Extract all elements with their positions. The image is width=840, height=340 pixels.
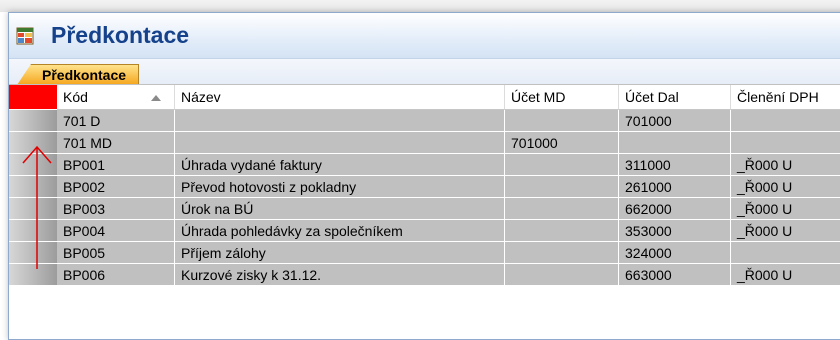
cell-nazev[interactable] (175, 110, 505, 132)
row-selector[interactable] (9, 110, 57, 132)
cell-ucet-md[interactable]: 701000 (505, 132, 619, 154)
select-all-corner[interactable] (9, 85, 57, 110)
table-row[interactable]: 701 D 701000 (9, 110, 840, 132)
cell-cleneni-dph[interactable] (731, 242, 840, 264)
cell-ucet-md[interactable] (505, 154, 619, 176)
cell-cleneni-dph[interactable]: _Ř000 U (731, 176, 840, 198)
cell-ucet-md[interactable] (505, 220, 619, 242)
cell-ucet-md[interactable] (505, 110, 619, 132)
cell-kod[interactable]: BP003 (57, 198, 175, 220)
table-row[interactable]: BP006 Kurzové zisky k 31.12. 663000 _Ř00… (9, 264, 840, 286)
cell-ucet-md[interactable] (505, 176, 619, 198)
table-row[interactable]: BP001 Úhrada vydané faktury 311000 _Ř000… (9, 154, 840, 176)
cell-nazev[interactable]: Úhrada pohledávky za společníkem (175, 220, 505, 242)
column-header-label: Kód (63, 89, 88, 105)
cell-ucet-dal[interactable]: 662000 (619, 198, 731, 220)
table-row[interactable]: BP005 Příjem zálohy 324000 (9, 242, 840, 264)
cell-cleneni-dph[interactable]: _Ř000 U (731, 198, 840, 220)
cell-cleneni-dph[interactable]: _Ř000 U (731, 264, 840, 286)
cell-ucet-dal[interactable]: 701000 (619, 110, 731, 132)
cell-ucet-dal[interactable]: 311000 (619, 154, 731, 176)
table-row[interactable]: 701 MD 701000 (9, 132, 840, 154)
table-row[interactable]: BP002 Převod hotovosti z pokladny 261000… (9, 176, 840, 198)
column-header-kod[interactable]: Kód (57, 85, 175, 110)
cell-ucet-md[interactable] (505, 198, 619, 220)
column-header-nazev[interactable]: Název (175, 85, 505, 110)
cell-ucet-dal[interactable]: 353000 (619, 220, 731, 242)
column-header-cleneni-dph[interactable]: Členění DPH (731, 85, 840, 110)
cell-ucet-dal[interactable] (619, 132, 731, 154)
cell-kod[interactable]: BP006 (57, 264, 175, 286)
table-grid-icon (16, 27, 34, 45)
table-row[interactable]: BP004 Úhrada pohledávky za společníkem 3… (9, 220, 840, 242)
predkontace-window: Předkontace Předkontace Kód Název Účet M… (8, 12, 840, 340)
cell-kod[interactable]: 701 D (57, 110, 175, 132)
cell-ucet-md[interactable] (505, 242, 619, 264)
cell-kod[interactable]: BP002 (57, 176, 175, 198)
column-header-ucet-dal[interactable]: Účet Dal (619, 85, 731, 110)
table-row[interactable]: BP003 Úrok na BÚ 662000 _Ř000 U (9, 198, 840, 220)
cell-ucet-dal[interactable]: 261000 (619, 176, 731, 198)
cell-nazev[interactable] (175, 132, 505, 154)
cell-cleneni-dph[interactable] (731, 110, 840, 132)
sort-ascending-icon (151, 95, 161, 101)
cell-cleneni-dph[interactable]: _Ř000 U (731, 154, 840, 176)
cell-nazev[interactable]: Příjem zálohy (175, 242, 505, 264)
cell-kod[interactable]: 701 MD (57, 132, 175, 154)
cell-ucet-dal[interactable]: 324000 (619, 242, 731, 264)
predkontace-grid: Kód Název Účet MD Účet Dal Členění DPH 7… (9, 84, 840, 286)
tab-strip: Předkontace (9, 59, 840, 85)
tab-predkontace[interactable]: Předkontace (17, 64, 140, 85)
background-edge (0, 0, 840, 12)
cell-nazev[interactable]: Úhrada vydané faktury (175, 154, 505, 176)
window-title: Předkontace (51, 22, 190, 48)
cell-nazev[interactable]: Převod hotovosti z pokladny (175, 176, 505, 198)
cell-ucet-md[interactable] (505, 264, 619, 286)
cell-ucet-dal[interactable]: 663000 (619, 264, 731, 286)
cell-kod[interactable]: BP001 (57, 154, 175, 176)
cell-cleneni-dph[interactable] (731, 132, 840, 154)
grid-header-row: Kód Název Účet MD Účet Dal Členění DPH (9, 85, 840, 110)
cell-nazev[interactable]: Úrok na BÚ (175, 198, 505, 220)
window-titlebar: Předkontace (9, 13, 840, 59)
up-arrow-annotation (22, 145, 52, 269)
column-header-ucet-md[interactable]: Účet MD (505, 85, 619, 110)
cell-kod[interactable]: BP005 (57, 242, 175, 264)
cell-nazev[interactable]: Kurzové zisky k 31.12. (175, 264, 505, 286)
cell-kod[interactable]: BP004 (57, 220, 175, 242)
cell-cleneni-dph[interactable]: _Ř000 U (731, 220, 840, 242)
